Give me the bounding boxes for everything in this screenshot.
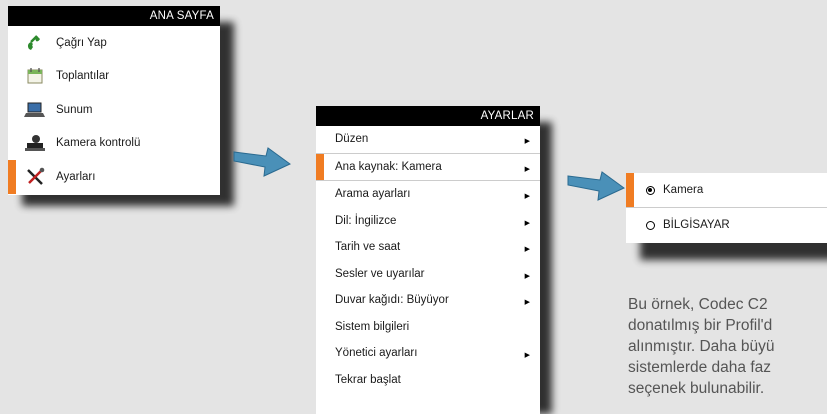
source-option-computer[interactable]: BİLGİSAYAR <box>626 207 827 242</box>
home-item-camera-control-label: Kamera kontrolü <box>56 137 141 150</box>
settings-item-layout[interactable]: Düzen ▶ <box>316 126 540 153</box>
caret-right-icon: ▶ <box>524 138 530 146</box>
settings-item-label: Arama ayarları <box>335 188 411 201</box>
home-item-meetings-label: Toplantılar <box>56 70 110 83</box>
calendar-icon <box>24 66 46 86</box>
settings-menu: AYARLAR Düzen ▶ Ana kaynak: Kamera ▶ Ara… <box>316 106 540 414</box>
settings-item-date-time[interactable]: Tarih ve saat ▶ <box>316 234 540 261</box>
home-item-settings-label: Ayarları <box>56 170 96 183</box>
settings-item-label: Dil: İngilizce <box>335 214 397 227</box>
home-item-presentation[interactable]: Sunum <box>8 93 220 127</box>
caption-text: Bu örnek, Codec C2 donatılmış bir Profil… <box>628 296 775 397</box>
home-menu-title: ANA SAYFA <box>8 6 220 26</box>
source-option-label: BİLGİSAYAR <box>663 219 730 231</box>
settings-item-label: Duvar kağıdı: Büyüyor <box>335 294 449 307</box>
radio-unselected-icon[interactable] <box>646 220 655 230</box>
caret-right-icon: ▶ <box>524 272 530 280</box>
settings-item-restart[interactable]: Tekrar başlat <box>316 367 540 394</box>
tools-icon <box>24 167 46 187</box>
caret-right-icon: ▶ <box>524 193 530 201</box>
settings-item-label: Tekrar başlat <box>335 373 401 386</box>
settings-item-main-source[interactable]: Ana kaynak: Kamera ▶ <box>316 152 540 181</box>
arrow-right-icon <box>233 147 291 177</box>
settings-item-wallpaper[interactable]: Duvar kağıdı: Büyüyor ▶ <box>316 287 540 314</box>
selection-indicator <box>626 173 634 207</box>
selection-indicator <box>8 160 16 194</box>
arrow-right-icon <box>567 171 625 201</box>
settings-item-call-settings[interactable]: Arama ayarları ▶ <box>316 181 540 208</box>
source-option-camera[interactable]: Kamera <box>626 173 827 207</box>
settings-item-admin-settings[interactable]: Yönetici ayarları ▶ <box>316 340 540 367</box>
source-option-label: Kamera <box>663 184 704 196</box>
laptop-icon <box>24 100 46 120</box>
home-item-presentation-label: Sunum <box>56 103 93 116</box>
settings-item-label: Tarih ve saat <box>335 241 401 254</box>
settings-item-label: Sistem bilgileri <box>335 320 410 333</box>
home-item-camera-control[interactable]: Kamera kontrolü <box>8 127 220 161</box>
settings-menu-title: AYARLAR <box>316 106 540 126</box>
caret-right-icon: ▶ <box>524 246 530 254</box>
settings-item-label: Yönetici ayarları <box>335 347 418 360</box>
home-item-call-label: Çağrı Yap <box>56 36 107 49</box>
caret-right-icon: ▶ <box>524 219 530 227</box>
radio-selected-icon[interactable] <box>646 185 655 195</box>
caret-right-icon: ▶ <box>524 352 530 360</box>
settings-item-label: Düzen <box>335 133 369 146</box>
settings-item-sounds-alerts[interactable]: Sesler ve uyarılar ▶ <box>316 261 540 288</box>
settings-item-label: Sesler ve uyarılar <box>335 267 425 280</box>
caret-right-icon: ▶ <box>524 165 530 173</box>
settings-item-language[interactable]: Dil: İngilizce ▶ <box>316 208 540 235</box>
home-menu: ANA SAYFA Çağrı Yap Toplantılar Sunum Ka… <box>8 6 220 195</box>
home-item-meetings[interactable]: Toplantılar <box>8 60 220 94</box>
settings-item-label: Ana kaynak: Kamera <box>335 160 442 173</box>
main-source-menu: Kamera BİLGİSAYAR <box>626 173 827 243</box>
home-item-settings[interactable]: Ayarları <box>8 160 220 194</box>
settings-item-system-info[interactable]: Sistem bilgileri <box>316 314 540 341</box>
camera-icon <box>24 133 46 153</box>
phone-icon <box>24 33 46 53</box>
caret-right-icon: ▶ <box>524 299 530 307</box>
home-item-call[interactable]: Çağrı Yap <box>8 26 220 60</box>
selection-indicator <box>316 153 324 180</box>
